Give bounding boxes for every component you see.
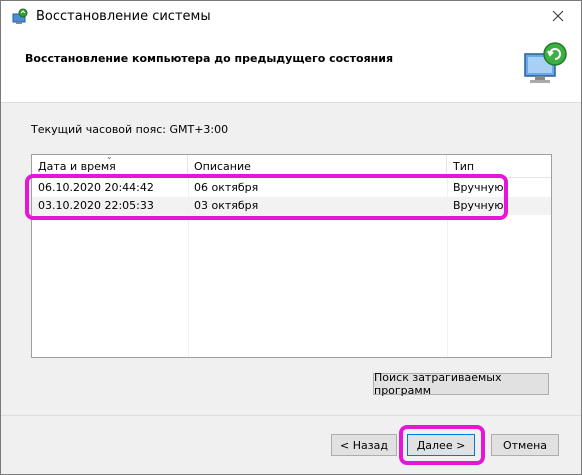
dialog-header: Восстановление компьютера до предыдущего… bbox=[1, 33, 581, 103]
footer-divider bbox=[1, 415, 581, 416]
list-header: ⌄ Дата и время Описание Тип bbox=[32, 155, 551, 178]
system-restore-dialog: Восстановление системы Восстановление ко… bbox=[0, 0, 582, 475]
cancel-button[interactable]: Отмена bbox=[491, 434, 559, 456]
system-restore-icon bbox=[11, 8, 29, 26]
timezone-label: Текущий часовой пояс: GMT+3:00 bbox=[31, 123, 229, 136]
column-header-type[interactable]: Тип bbox=[447, 155, 551, 177]
page-title: Восстановление компьютера до предыдущего… bbox=[25, 52, 394, 65]
title-bar: Восстановление системы bbox=[1, 1, 581, 33]
column-header-datetime[interactable]: ⌄ Дата и время bbox=[32, 155, 188, 177]
close-button[interactable] bbox=[535, 1, 581, 33]
cell-type: Вручную bbox=[453, 199, 504, 212]
back-button[interactable]: < Назад bbox=[331, 434, 397, 456]
cell-description: 03 октября bbox=[194, 199, 259, 212]
cell-datetime: 06.10.2020 20:44:42 bbox=[38, 181, 154, 194]
chevron-down-icon: ⌄ bbox=[106, 154, 113, 161]
scan-affected-programs-button[interactable]: Поиск затрагиваемых программ bbox=[373, 371, 549, 397]
computer-restore-icon bbox=[521, 40, 571, 90]
column-label: Тип bbox=[453, 160, 475, 173]
table-row[interactable]: 06.10.2020 20:44:42 06 октября Вручную bbox=[32, 179, 551, 197]
table-row[interactable]: 03.10.2020 22:05:33 03 октября Вручную bbox=[32, 197, 551, 215]
close-icon bbox=[552, 10, 564, 25]
next-button[interactable]: Далее > bbox=[407, 434, 475, 456]
column-header-description[interactable]: Описание bbox=[188, 155, 447, 177]
window-title: Восстановление системы bbox=[36, 9, 211, 24]
column-label: Описание bbox=[194, 160, 251, 173]
cell-description: 06 октября bbox=[194, 181, 259, 194]
cell-datetime: 03.10.2020 22:05:33 bbox=[38, 199, 154, 212]
restore-points-list[interactable]: ⌄ Дата и время Описание Тип 06.10.2020 2… bbox=[31, 154, 552, 358]
column-label: Дата и время bbox=[38, 160, 116, 173]
cell-type: Вручную bbox=[453, 181, 504, 194]
